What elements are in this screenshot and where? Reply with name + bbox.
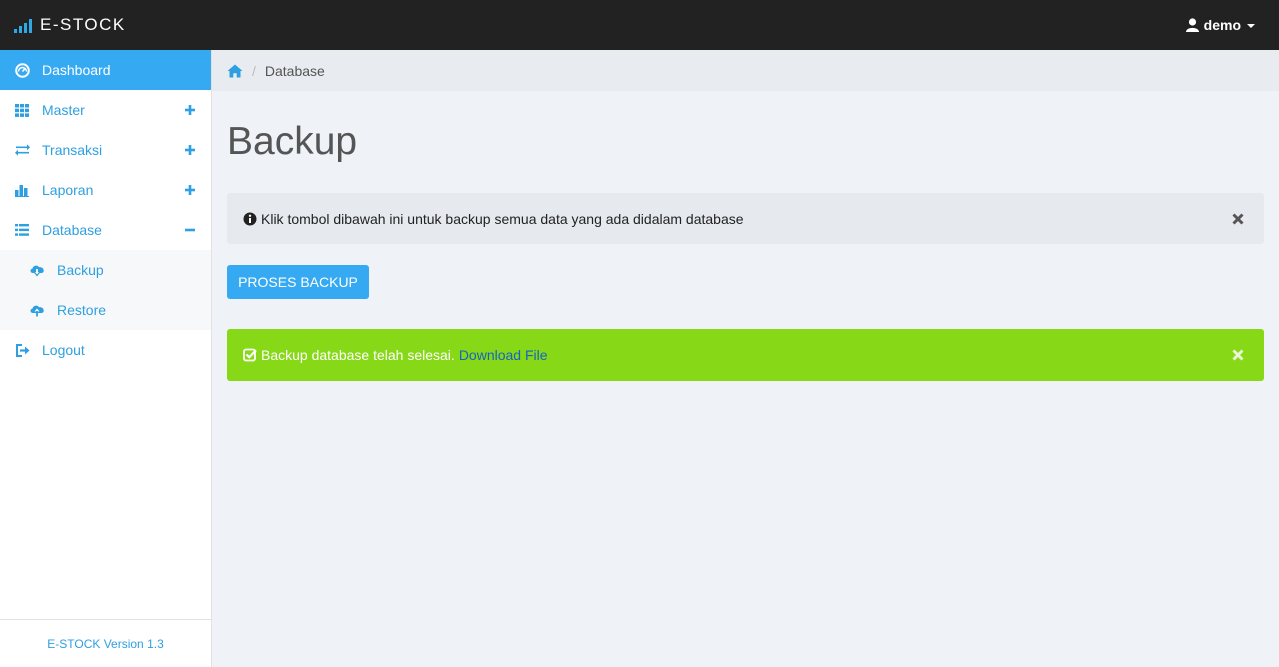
logout-icon <box>14 342 30 358</box>
brand-name: E-STOCK <box>40 15 126 34</box>
sidebar-item-master[interactable]: Master <box>0 90 211 130</box>
signal-bars-icon <box>14 18 32 33</box>
breadcrumb: / Database <box>212 50 1279 91</box>
sidebar-item-label: Dashboard <box>42 62 111 78</box>
sidebar-item-logout[interactable]: Logout <box>0 330 211 370</box>
info-message: Klik tombol dibawah ini untuk backup sem… <box>261 210 744 227</box>
close-icon[interactable] <box>1232 329 1248 381</box>
sidebar-footer: E-STOCK Version 1.3 <box>0 619 211 667</box>
user-name: demo <box>1203 17 1241 33</box>
info-alert: Klik tombol dibawah ini untuk backup sem… <box>227 193 1264 244</box>
sidebar-item-database[interactable]: Database <box>0 210 211 250</box>
breadcrumb-current: Database <box>264 62 325 79</box>
sidebar-item-dashboard[interactable]: Dashboard <box>0 50 211 90</box>
plus-icon[interactable] <box>185 170 195 210</box>
info-circle-icon <box>243 212 257 225</box>
proses-backup-button[interactable]: PROSES BACKUP <box>227 265 369 299</box>
sidebar-subitem-backup[interactable]: Backup <box>0 250 211 290</box>
success-message: Backup database telah selesai. <box>261 347 455 363</box>
home-icon[interactable] <box>227 64 243 78</box>
bar-chart-icon <box>14 182 30 198</box>
grid-icon <box>14 102 30 118</box>
plus-icon[interactable] <box>185 130 195 170</box>
sidebar: Dashboard Master Transaksi Laporan Datab… <box>0 50 212 667</box>
sidebar-subitem-label: Restore <box>57 302 107 318</box>
sidebar-subitem-label: Backup <box>57 262 104 278</box>
cloud-upload-icon <box>29 302 45 318</box>
success-alert: Backup database telah selesai. Download … <box>227 329 1264 381</box>
breadcrumb-separator: / <box>252 62 256 79</box>
page-title: Backup <box>227 120 358 163</box>
minus-icon[interactable] <box>185 210 195 250</box>
dashboard-icon <box>14 62 30 78</box>
list-icon <box>14 222 30 238</box>
sidebar-item-label: Logout <box>42 342 85 358</box>
sidebar-subitem-restore[interactable]: Restore <box>0 290 211 330</box>
user-icon <box>1185 18 1199 32</box>
caret-down-icon <box>1247 24 1255 28</box>
sidebar-item-transaksi[interactable]: Transaksi <box>0 130 211 170</box>
database-submenu: Backup Restore <box>0 250 211 330</box>
cloud-download-icon <box>29 262 45 278</box>
sidebar-item-label: Transaksi <box>42 142 103 158</box>
sidebar-item-label: Laporan <box>42 182 94 198</box>
exchange-icon <box>14 142 30 158</box>
sidebar-item-label: Master <box>42 102 85 118</box>
top-navbar: E-STOCK demo <box>0 0 1279 50</box>
check-square-icon <box>243 348 257 362</box>
sidebar-item-laporan[interactable]: Laporan <box>0 170 211 210</box>
brand[interactable]: E-STOCK <box>14 0 126 50</box>
user-menu[interactable]: demo <box>1185 0 1255 50</box>
sidebar-item-label: Database <box>42 222 102 238</box>
download-file-link[interactable]: Download File <box>459 347 548 363</box>
plus-icon[interactable] <box>185 90 195 130</box>
close-icon[interactable] <box>1232 193 1248 244</box>
